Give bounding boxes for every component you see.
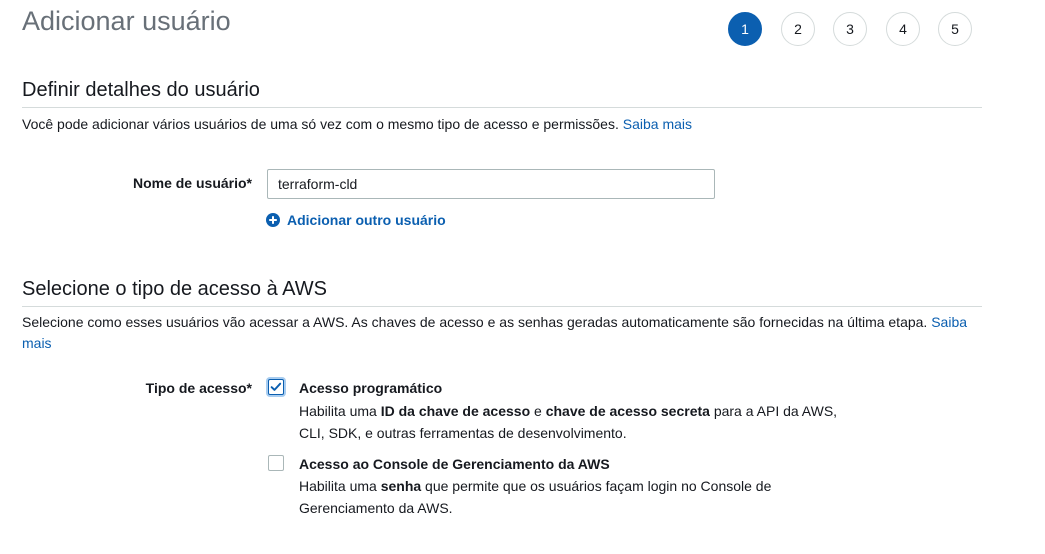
access-type-heading: Selecione o tipo de acesso à AWS xyxy=(22,278,327,300)
programmatic-access-checkbox[interactable] xyxy=(268,379,284,395)
plus-circle-icon xyxy=(266,213,280,227)
step-1-indicator[interactable]: 1 xyxy=(728,12,762,46)
access-type-description-text: Selecione como esses usuários vão acessa… xyxy=(22,314,928,330)
step-2-indicator[interactable]: 2 xyxy=(781,12,815,46)
add-another-user-label: Adicionar outro usuário xyxy=(287,212,446,228)
section-divider xyxy=(22,306,982,307)
add-another-user-button[interactable]: Adicionar outro usuário xyxy=(266,212,446,228)
console-access-title: Acesso ao Console de Gerenciamento da AW… xyxy=(299,456,610,472)
console-access-description: Habilita uma senha que permite que os us… xyxy=(299,478,772,516)
username-label: Nome de usuário* xyxy=(132,175,252,191)
console-access-checkbox[interactable] xyxy=(268,455,284,471)
step-3-indicator[interactable]: 3 xyxy=(833,12,867,46)
learn-more-link[interactable]: Saiba mais xyxy=(623,116,692,132)
user-details-description-text: Você pode adicionar vários usuários de u… xyxy=(22,116,619,132)
step-4-indicator[interactable]: 4 xyxy=(886,12,920,46)
programmatic-access-title: Acesso programático xyxy=(299,380,443,396)
checkmark-icon xyxy=(270,382,282,391)
access-type-description: Selecione como esses usuários vão acessa… xyxy=(22,312,982,354)
user-details-description: Você pode adicionar vários usuários de u… xyxy=(22,114,982,135)
step-5-indicator[interactable]: 5 xyxy=(938,12,972,46)
access-type-label: Tipo de acesso* xyxy=(145,380,252,396)
section-divider xyxy=(22,107,982,108)
user-details-heading: Definir detalhes do usuário xyxy=(22,79,260,101)
page-title: Adicionar usuário xyxy=(22,6,231,36)
username-input[interactable] xyxy=(267,169,715,199)
programmatic-access-description: Habilita uma ID da chave de acesso e cha… xyxy=(299,403,838,441)
